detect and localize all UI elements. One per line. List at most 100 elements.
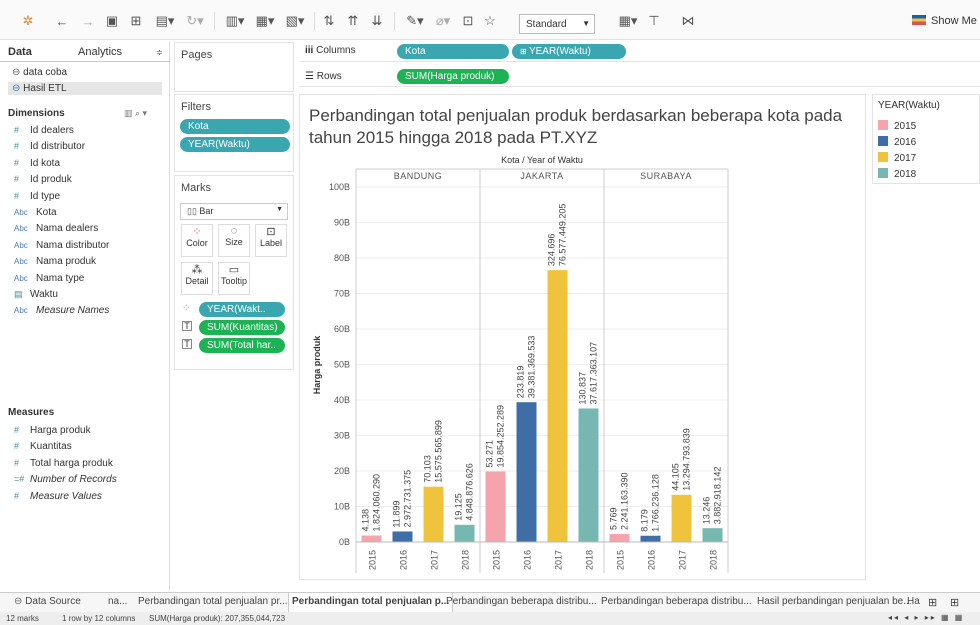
dimension-tools-icon[interactable]: ▥ ⌕ ▾ bbox=[124, 108, 147, 119]
tab-analytics[interactable]: Analytics bbox=[78, 46, 122, 58]
highlight-icon[interactable]: ✎▾ bbox=[402, 12, 428, 30]
y-tick-label: 60B bbox=[334, 324, 350, 334]
pane-menu-icon[interactable]: ≑ bbox=[156, 48, 163, 57]
presentation-icon[interactable]: ⊤ bbox=[646, 12, 662, 30]
bar-bandung-2015 bbox=[361, 535, 382, 542]
new-sheet-icon[interactable]: ▤▾ bbox=[152, 12, 178, 30]
legend-swatch bbox=[878, 152, 888, 162]
mark-tooltip-button[interactable]: ▭ Tooltip bbox=[218, 262, 250, 295]
legend-label: 2016 bbox=[894, 137, 917, 148]
mark-label-button[interactable]: ⊡ Label bbox=[255, 224, 287, 257]
field-item[interactable]: # Id distributor bbox=[14, 141, 85, 152]
date-type-icon: ▤ bbox=[14, 289, 23, 299]
mark-pill-year[interactable]: YEAR(Wakt.. bbox=[199, 302, 285, 317]
datasource-item-selected[interactable]: ⊖ Hasil ETL bbox=[8, 82, 162, 95]
mark-color-button[interactable]: ⁘ Color bbox=[181, 224, 213, 257]
field-item[interactable]: Abc Nama type bbox=[14, 273, 84, 284]
show-me-button[interactable]: Show Me bbox=[912, 15, 977, 27]
tab-sheet[interactable]: na... bbox=[108, 596, 127, 607]
share-icon[interactable]: ⋈ bbox=[680, 12, 696, 30]
filter-pill-kota[interactable]: Kota bbox=[180, 119, 290, 134]
field-item[interactable]: # Measure Values bbox=[14, 491, 102, 502]
field-item[interactable]: # Id kota bbox=[14, 158, 60, 169]
bar-surabaya-2016 bbox=[640, 535, 661, 542]
forward-icon[interactable]: → bbox=[80, 12, 96, 30]
x-tick-label: 2017 bbox=[430, 550, 440, 570]
new-datasource-icon[interactable]: ⊞ bbox=[128, 12, 144, 30]
tab-sheet[interactable]: Perbandingan total penjualan pr... bbox=[138, 596, 288, 607]
chevron-down-icon: ▼ bbox=[582, 19, 590, 28]
group-icon[interactable]: ⌀▾ bbox=[430, 12, 456, 30]
nav-icons[interactable]: ◂◂ ◂ ▸ ▸▸ ▦ ▦ bbox=[888, 613, 964, 622]
field-name: Id produk bbox=[30, 174, 72, 186]
duplicate-icon[interactable]: ▦▾ bbox=[252, 12, 278, 30]
row-pill-harga[interactable]: SUM(Harga produk) bbox=[397, 69, 509, 84]
status-sum: SUM(Harga produk): 207,355,044,723 bbox=[149, 614, 286, 623]
column-pill-year-label: YEAR(Waktu) bbox=[528, 46, 591, 57]
field-item[interactable]: # Id dealers bbox=[14, 125, 74, 136]
legend-item-2015[interactable]: 2015 bbox=[878, 120, 916, 132]
tab-data[interactable]: Data bbox=[8, 46, 32, 58]
mark-type-select[interactable]: ▯▯ Bar ▼ bbox=[180, 203, 288, 220]
sort-ascending-icon[interactable]: ⇈ bbox=[344, 12, 362, 30]
tab-sheet[interactable]: Perbandingan beberapa distribu... bbox=[601, 596, 752, 607]
pages-card[interactable]: Pages bbox=[174, 42, 294, 92]
column-pill-kota[interactable]: Kota bbox=[397, 44, 509, 59]
mark-pill-kuantitas[interactable]: SUM(Kuantitas) bbox=[199, 320, 285, 335]
data-label-value: 4.848.876.626 bbox=[465, 463, 475, 521]
fit-select[interactable]: Standard ▼ bbox=[519, 14, 595, 34]
column-pill-year[interactable]: ⊞ YEAR(Waktu) bbox=[512, 44, 626, 59]
field-item[interactable]: Abc Nama dealers bbox=[14, 223, 98, 234]
tab-sheet[interactable]: Perbandingan beberapa distribu... bbox=[446, 596, 597, 607]
status-bar: 12 marks 1 row by 12 columns SUM(Harga p… bbox=[0, 612, 980, 625]
x-tick-label: 2018 bbox=[461, 550, 471, 570]
new-worksheet-icon[interactable]: ⊞ bbox=[928, 596, 937, 609]
x-tick-label: 2016 bbox=[647, 550, 657, 570]
y-tick-label: 0B bbox=[339, 537, 350, 547]
refresh-icon[interactable]: ↻▾ bbox=[182, 12, 208, 30]
tab-sheet[interactable]: Ha bbox=[907, 596, 920, 607]
field-item[interactable]: =# Number of Records bbox=[14, 474, 117, 485]
field-item[interactable]: # Id type bbox=[14, 191, 60, 202]
swap-icon[interactable]: ⇅ bbox=[320, 12, 338, 30]
back-icon[interactable]: ← bbox=[54, 12, 70, 30]
field-item[interactable]: Abc Nama produk bbox=[14, 256, 96, 267]
tab-sheet-active[interactable]: Perbandingan total penjualan p... bbox=[288, 593, 454, 613]
field-item[interactable]: # Kuantitas bbox=[14, 441, 72, 452]
field-item[interactable]: Abc Measure Names bbox=[14, 305, 109, 316]
tab-sheet[interactable]: Hasil perbandingan penjualan be... bbox=[757, 596, 912, 607]
field-item[interactable]: Abc Nama distributor bbox=[14, 240, 109, 251]
sort-descending-icon[interactable]: ⇊ bbox=[368, 12, 386, 30]
field-item[interactable]: Abc Kota bbox=[14, 207, 57, 218]
mark-pill-total-harga[interactable]: SUM(Total har.. bbox=[199, 338, 285, 353]
label-icon[interactable]: ⊡ bbox=[460, 12, 476, 30]
columns-title: Columns bbox=[316, 45, 356, 56]
y-tick-label: 20B bbox=[334, 466, 350, 476]
label-icon: ⊡ bbox=[266, 226, 276, 238]
filter-pill-year[interactable]: YEAR(Waktu) bbox=[180, 137, 290, 152]
field-item[interactable]: ▤ Waktu bbox=[14, 289, 58, 300]
field-item[interactable]: # Harga produk bbox=[14, 425, 91, 436]
field-item[interactable]: # Id produk bbox=[14, 174, 72, 185]
field-name: Measure Names bbox=[36, 305, 110, 317]
show-cards-icon[interactable]: ▦▾ bbox=[614, 12, 642, 30]
field-item[interactable]: # Total harga produk bbox=[14, 458, 113, 469]
legend-item-2016[interactable]: 2016 bbox=[878, 136, 916, 148]
data-label-value: 1.766.236.128 bbox=[651, 474, 661, 532]
clear-sheet-icon[interactable]: ▧▾ bbox=[282, 12, 308, 30]
pin-icon[interactable]: ☆ bbox=[482, 12, 498, 30]
number-type-icon: =# bbox=[14, 474, 25, 485]
field-name: Total harga produk bbox=[30, 457, 113, 469]
field-name: Number of Records bbox=[30, 474, 117, 486]
mark-detail-button[interactable]: ⁂ Detail bbox=[181, 262, 213, 295]
new-worksheet-icon[interactable]: ▥▾ bbox=[222, 12, 248, 30]
tab-data-source[interactable]: ⊖ Data Source bbox=[14, 596, 81, 607]
field-name: Nama distributor bbox=[36, 239, 110, 251]
color-legend: YEAR(Waktu) 2015 2016 2017 2018 bbox=[872, 94, 980, 184]
legend-item-2018[interactable]: 2018 bbox=[878, 168, 916, 180]
mark-size-button[interactable]: ◌ Size bbox=[218, 224, 250, 257]
datasource-item[interactable]: ⊖ data coba bbox=[12, 67, 67, 78]
save-icon[interactable]: ▣ bbox=[104, 12, 120, 30]
legend-item-2017[interactable]: 2017 bbox=[878, 152, 916, 164]
new-dashboard-icon[interactable]: ⊞ bbox=[950, 596, 959, 609]
